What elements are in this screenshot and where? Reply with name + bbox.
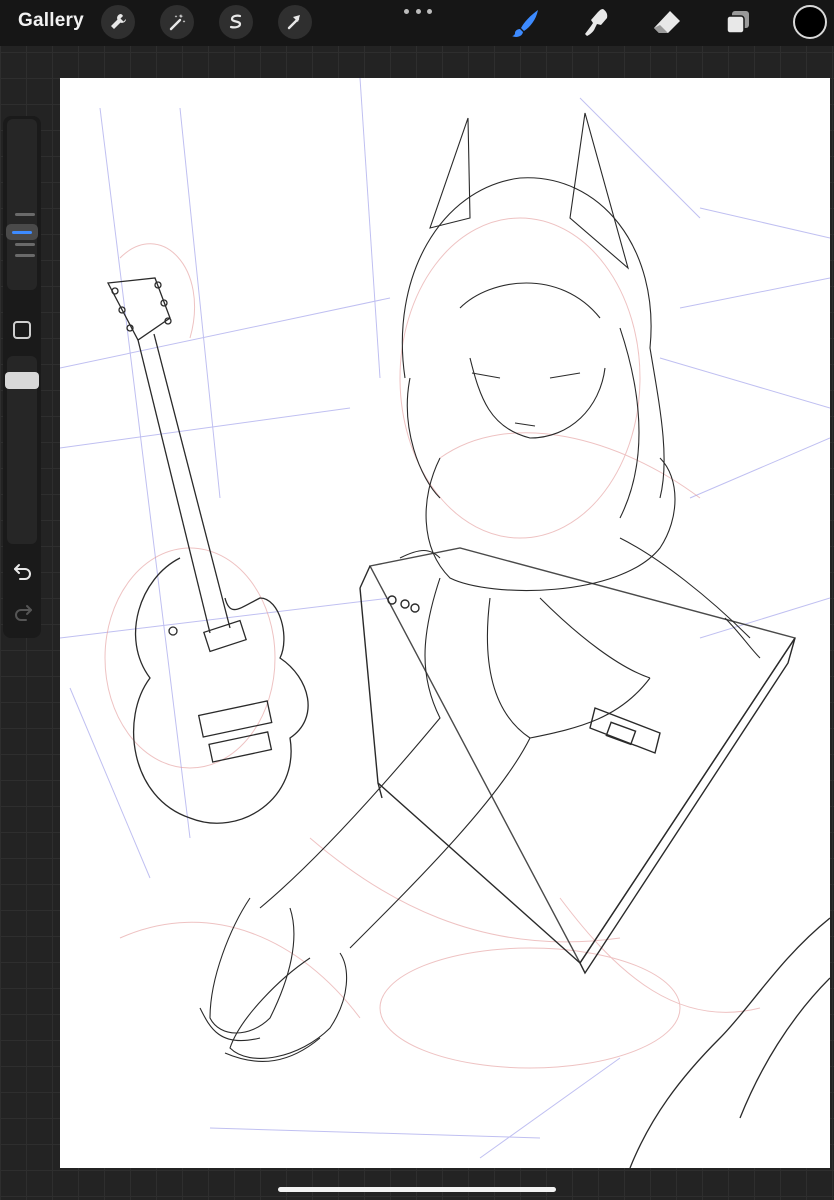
layers-icon[interactable] xyxy=(721,6,755,40)
top-toolbar: Gallery xyxy=(0,0,834,46)
modify-button[interactable] xyxy=(13,321,31,339)
sketch-artwork xyxy=(60,78,830,1168)
drawing-canvas[interactable] xyxy=(60,78,830,1168)
redo-icon[interactable] xyxy=(12,601,34,623)
gallery-button[interactable]: Gallery xyxy=(18,10,84,32)
left-sidebar xyxy=(3,116,41,638)
eraser-icon[interactable] xyxy=(650,6,684,40)
undo-icon[interactable] xyxy=(12,560,34,582)
color-picker-swatch[interactable] xyxy=(793,5,827,39)
home-indicator xyxy=(278,1187,556,1192)
slider-tick xyxy=(15,243,35,246)
brush-size-thumb[interactable] xyxy=(6,224,38,240)
slider-tick xyxy=(15,213,35,216)
selection-icon[interactable] xyxy=(219,5,253,39)
more-options-icon[interactable] xyxy=(404,5,432,17)
brush-size-slider[interactable] xyxy=(7,119,37,290)
transform-arrow-icon[interactable] xyxy=(278,5,312,39)
smudge-icon[interactable] xyxy=(580,6,614,40)
opacity-thumb[interactable] xyxy=(5,372,39,389)
wrench-icon[interactable] xyxy=(101,5,135,39)
magic-wand-icon[interactable] xyxy=(160,5,194,39)
brush-icon[interactable] xyxy=(509,6,543,40)
slider-tick xyxy=(15,254,35,257)
